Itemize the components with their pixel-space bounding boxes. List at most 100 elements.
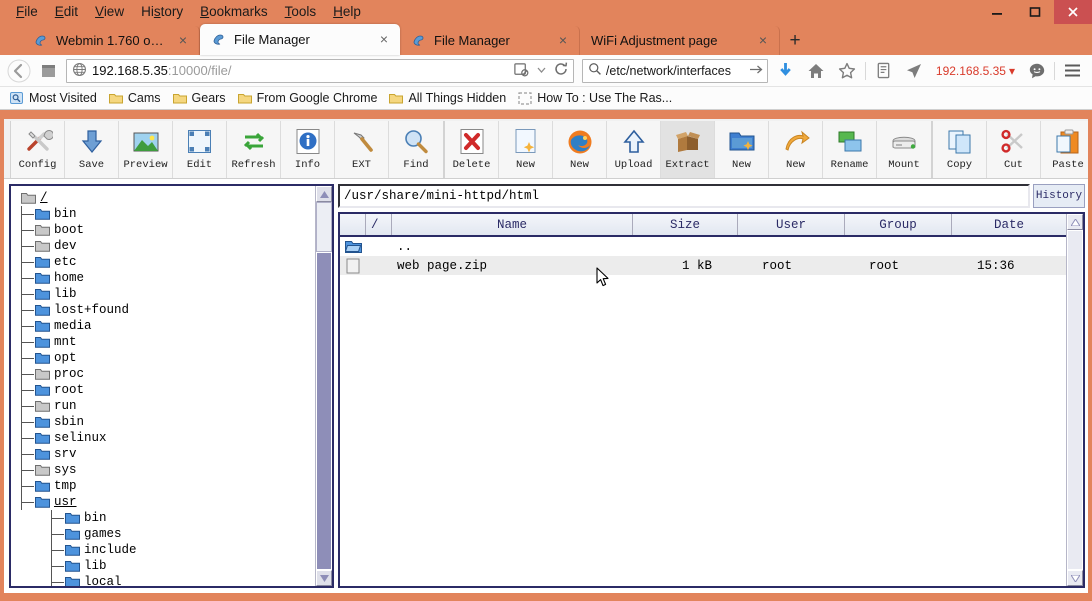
- tab-file-manager-active[interactable]: File Manager ×: [200, 24, 400, 55]
- tree-node-tmp[interactable]: tmp: [17, 478, 315, 494]
- new-file-button[interactable]: New: [499, 121, 553, 178]
- reader-mode-icon[interactable]: [513, 61, 530, 81]
- column-header-sort[interactable]: /: [366, 214, 392, 235]
- new-folder-button[interactable]: New: [715, 121, 769, 178]
- tab-wifi-adjustment-close-icon[interactable]: ×: [755, 33, 771, 49]
- url-bar[interactable]: 192.168.5.35:10000/file/: [66, 58, 574, 83]
- column-header-icon[interactable]: [340, 214, 366, 235]
- list-scroll-up-button[interactable]: [1067, 214, 1083, 230]
- tree-node-sys[interactable]: sys: [17, 462, 315, 478]
- home-icon[interactable]: [803, 58, 830, 84]
- tab-webmin-close-icon[interactable]: ×: [175, 33, 191, 49]
- bookmark-from-google-chrome[interactable]: From Google Chrome: [234, 90, 384, 106]
- list-scroll-down-button[interactable]: [1067, 570, 1083, 586]
- bookmark-how-to[interactable]: How To : Use The Ras...: [514, 90, 678, 106]
- tree-node-usr-lib[interactable]: lib: [17, 558, 315, 574]
- menu-tools[interactable]: Tools: [277, 2, 325, 23]
- new-tab-button[interactable]: +: [780, 26, 810, 55]
- tree-node-run[interactable]: run: [17, 398, 315, 414]
- cut-button[interactable]: Cut: [987, 121, 1041, 178]
- tab-wifi-adjustment[interactable]: WiFi Adjustment page ×: [580, 26, 780, 55]
- tree-scroll-up-button[interactable]: [316, 186, 332, 202]
- forward-button[interactable]: [36, 58, 62, 84]
- tab-file-manager-2[interactable]: File Manager ×: [400, 26, 580, 55]
- tree-node-mnt[interactable]: mnt: [17, 334, 315, 350]
- bookmark-gears[interactable]: Gears: [169, 90, 232, 106]
- search-bar[interactable]: /etc/network/interfaces: [581, 58, 768, 83]
- menu-view[interactable]: View: [87, 2, 132, 23]
- menu-history[interactable]: History: [133, 2, 191, 23]
- library-icon[interactable]: [870, 58, 897, 84]
- mount-button[interactable]: Mount: [877, 121, 931, 178]
- table-row[interactable]: ..: [340, 237, 1066, 256]
- list-scroll-track[interactable]: [1067, 230, 1083, 570]
- tree-scroll-track[interactable]: [316, 202, 332, 570]
- tree-node-lib[interactable]: lib: [17, 286, 315, 302]
- tree-node-media[interactable]: media: [17, 318, 315, 334]
- tree-node-selinux[interactable]: selinux: [17, 430, 315, 446]
- column-header-name[interactable]: Name: [392, 214, 633, 235]
- tab-webmin[interactable]: Webmin 1.760 on rpi (Debi... ×: [22, 26, 200, 55]
- reload-icon[interactable]: [553, 61, 569, 80]
- save-button[interactable]: Save: [65, 121, 119, 178]
- info-button[interactable]: Info: [281, 121, 335, 178]
- tree-node-usr-bin[interactable]: bin: [17, 510, 315, 526]
- column-header-size[interactable]: Size: [633, 214, 738, 235]
- tree-node-root-home[interactable]: root: [17, 382, 315, 398]
- ext-button[interactable]: EXT: [335, 121, 389, 178]
- tree-node-root[interactable]: /: [17, 190, 315, 206]
- new-firefox-button[interactable]: New: [553, 121, 607, 178]
- config-button[interactable]: Config: [11, 121, 65, 178]
- tree-scroll-thumb-upper[interactable]: [316, 202, 332, 252]
- column-header-group[interactable]: Group: [845, 214, 952, 235]
- copy-button[interactable]: Copy: [933, 121, 987, 178]
- tree-node-srv[interactable]: srv: [17, 446, 315, 462]
- tree-node-proc[interactable]: proc: [17, 366, 315, 382]
- bookmark-all-things-hidden[interactable]: All Things Hidden: [385, 90, 512, 106]
- ip-address-button[interactable]: 192.168.5.35 ▾: [932, 64, 1019, 78]
- tab-file-manager-close-icon[interactable]: ×: [376, 32, 392, 48]
- path-input[interactable]: /usr/share/mini-httpd/html: [338, 184, 1030, 208]
- tree-node-usr-games[interactable]: games: [17, 526, 315, 542]
- delete-button[interactable]: Delete: [445, 121, 499, 178]
- tree-node-dev[interactable]: dev: [17, 238, 315, 254]
- search-input[interactable]: /etc/network/interfaces: [606, 64, 745, 78]
- arrow-right-icon[interactable]: [749, 63, 764, 79]
- column-header-date[interactable]: Date: [952, 214, 1066, 235]
- find-button[interactable]: Find: [389, 121, 443, 178]
- chevron-down-icon[interactable]: [535, 63, 548, 79]
- close-button[interactable]: [1054, 0, 1092, 24]
- downloads-icon[interactable]: [772, 58, 799, 84]
- tree-node-usr[interactable]: usr: [17, 494, 315, 510]
- paste-button[interactable]: Paste: [1041, 121, 1088, 178]
- tree-node-lost-found[interactable]: lost+found: [17, 302, 315, 318]
- tree-node-sbin[interactable]: sbin: [17, 414, 315, 430]
- menu-bookmarks[interactable]: Bookmarks: [192, 2, 276, 23]
- refresh-button[interactable]: Refresh: [227, 121, 281, 178]
- tree-scroll-thumb[interactable]: [316, 252, 332, 570]
- bookmark-most-visited[interactable]: Most Visited: [6, 90, 103, 106]
- extract-button[interactable]: Extract: [661, 121, 715, 178]
- bookmark-cams[interactable]: Cams: [105, 90, 167, 106]
- new-symlink-button[interactable]: New: [769, 121, 823, 178]
- menu-edit[interactable]: Edit: [47, 2, 86, 23]
- rename-button[interactable]: Rename: [823, 121, 877, 178]
- hamburger-menu-icon[interactable]: [1059, 58, 1086, 84]
- tree-node-bin[interactable]: bin: [17, 206, 315, 222]
- history-button[interactable]: History: [1033, 184, 1085, 208]
- tab-file-manager-2-close-icon[interactable]: ×: [555, 33, 571, 49]
- menu-file[interactable]: File: [8, 2, 46, 23]
- minimize-button[interactable]: [978, 0, 1016, 24]
- smiley-feedback-icon[interactable]: [1023, 58, 1050, 84]
- upload-button[interactable]: Upload: [607, 121, 661, 178]
- preview-button[interactable]: Preview: [119, 121, 173, 178]
- pocket-icon[interactable]: [901, 58, 928, 84]
- maximize-button[interactable]: [1016, 0, 1054, 24]
- tree-scroll-down-button[interactable]: [316, 570, 332, 586]
- back-button[interactable]: [6, 58, 32, 84]
- tree-node-etc[interactable]: etc: [17, 254, 315, 270]
- tree-node-usr-local[interactable]: local: [17, 574, 315, 586]
- tree-scrollbar[interactable]: [315, 186, 332, 586]
- bookmark-star-icon[interactable]: [834, 58, 861, 84]
- tree-node-opt[interactable]: opt: [17, 350, 315, 366]
